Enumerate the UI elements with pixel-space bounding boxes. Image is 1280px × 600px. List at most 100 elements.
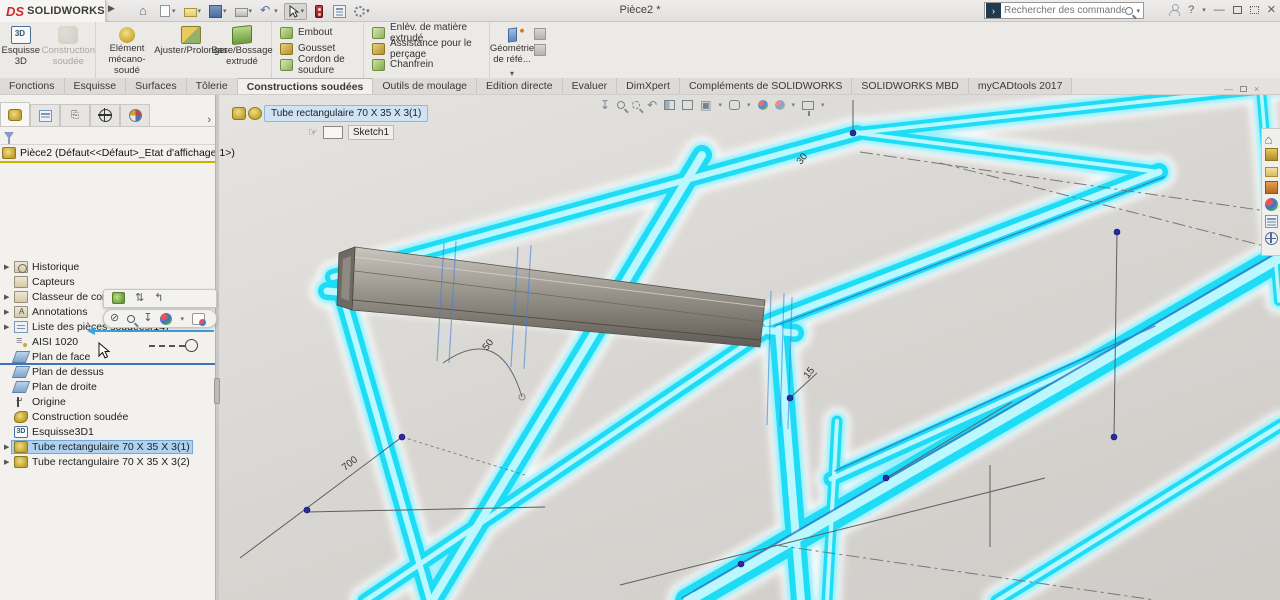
tree-item-historique[interactable]: ▶Historique [0,259,215,274]
feature-icon[interactable] [248,107,262,120]
chevron-down-icon[interactable]: ▾ [792,101,796,109]
interference-check-button[interactable] [311,4,327,19]
view-settings-icon[interactable] [802,101,814,110]
chevron-down-icon[interactable]: ▾ [198,7,202,15]
tab-evaluer[interactable]: Evaluer [563,78,618,94]
help-button[interactable]: ? [1188,4,1194,16]
hole-wizard-button[interactable]: Assistance pour le perçage [372,42,483,55]
splitter-handle[interactable] [214,378,220,404]
chevron-down-icon[interactable]: ▾ [1202,6,1206,14]
tab-dimxpert[interactable]: DimXpert [617,78,680,94]
user-account-icon[interactable] [1169,4,1180,15]
graphics-viewport[interactable]: 50 700 30 15 [215,95,1280,600]
tree-item-plan-dessus[interactable]: Plan de dessus [0,364,215,379]
view-palette-icon[interactable] [1265,181,1278,194]
chevron-down-icon[interactable]: ▾ [718,101,722,109]
design-library-icon[interactable] [1265,148,1278,161]
tab-complements[interactable]: Compléments de SOLIDWORKS [680,78,852,94]
expand-arrow-icon[interactable]: ▶ [4,458,12,466]
print-button[interactable]: ▾ [233,5,255,18]
configurationmanager-tab[interactable]: ⎘ [60,104,90,126]
chevron-down-icon[interactable]: ▾ [223,7,227,15]
file-properties-button[interactable] [331,4,348,19]
zoom-fit-icon[interactable] [617,101,625,109]
close-button[interactable]: ✕ [1267,3,1276,16]
weld-bead-button[interactable]: Cordon de soudure [280,58,357,71]
tree-item-tube-1[interactable]: ▶ Tube rectangulaire 70 X 35 X 3(1) [0,439,215,454]
tab-edition-directe[interactable]: Edition directe [477,78,563,94]
sketch-3d-button[interactable]: Esquisse 3D [0,22,42,68]
cascade-windows-button[interactable] [1250,6,1259,14]
minimize-button[interactable]: — [1214,4,1225,16]
tab-solidworks-mbd[interactable]: SOLIDWORKS MBD [852,78,968,94]
rollback-icon[interactable]: ↰ [154,292,163,305]
chevron-down-icon[interactable]: ▾ [180,315,184,323]
featuremanager-tab[interactable] [0,102,30,126]
displaymanager-tab[interactable] [120,104,150,126]
display-style-icon[interactable]: ▣ [700,99,711,111]
dim-50[interactable]: 50 [481,337,497,353]
copy-appearance-icon[interactable] [192,313,205,325]
chamfer-button[interactable]: Chanfrein [372,58,483,71]
breadcrumb-feature-label[interactable]: Tube rectangulaire 70 X 35 X 3(1) [264,105,428,122]
curves-icon[interactable] [534,28,546,40]
tree-item-capteurs[interactable]: Capteurs [0,274,215,289]
expand-arrow-icon[interactable]: ▶ [4,443,12,451]
chevron-down-icon[interactable]: ▾ [366,7,370,15]
search-input[interactable] [1004,5,1125,16]
tab-esquisse[interactable]: Esquisse [65,78,127,94]
options-button[interactable]: ▾ [352,4,372,18]
custom-properties-icon[interactable] [1265,215,1278,228]
menu-expand-icon[interactable]: ▶ [108,3,115,14]
end-cap-button[interactable]: Embout [280,26,357,39]
doc-minimize-icon[interactable]: — [1224,84,1233,94]
expand-arrow-icon[interactable]: ▶ [4,293,12,301]
forum-icon[interactable] [1265,232,1278,245]
resources-home-icon[interactable] [1265,131,1278,144]
chevron-down-icon[interactable]: ▾ [821,101,825,109]
chevron-down-icon[interactable]: ▾ [172,7,176,15]
tree-filter-bar[interactable] [0,127,215,145]
tab-constructions-soudees[interactable]: Constructions soudées [238,78,374,94]
tree-item-tube-2[interactable]: ▶Tube rectangulaire 70 X 35 X 3(2) [0,454,215,469]
search-icon[interactable] [1125,7,1133,15]
magnified-selection-icon[interactable] [127,315,135,323]
doc-restore-icon[interactable] [1240,86,1247,92]
hide-show-items-icon[interactable] [729,100,740,110]
apply-scene-icon[interactable] [775,100,785,110]
appearances-icon[interactable] [1265,198,1278,211]
previous-view-icon[interactable]: ↶ [647,99,657,111]
dimxpertmanager-tab[interactable] [90,104,120,126]
normal-to-icon[interactable]: ↧ [600,99,610,111]
tab-surfaces[interactable]: Surfaces [126,78,186,94]
reference-geometry-button[interactable]: Géométrie de réfé... ▾ [490,22,534,78]
instant3d-icon[interactable] [534,44,546,56]
chevron-down-icon[interactable]: ▾ [274,7,278,15]
new-document-button[interactable]: ▾ [157,4,178,18]
chevron-down-icon[interactable]: ▾ [301,7,305,15]
edit-appearance-icon[interactable] [758,100,768,110]
chevron-down-icon[interactable]: ▾ [1136,7,1140,15]
tab-fonctions[interactable]: Fonctions [0,78,65,94]
normal-to-icon[interactable]: ↧ [143,312,152,325]
chevron-down-icon[interactable]: ▾ [249,7,253,15]
home-button[interactable] [136,4,153,19]
expand-arrow-icon[interactable]: ▶ [4,323,12,331]
tree-item-construction-soudee[interactable]: Construction soudée [0,409,215,424]
section-view-icon[interactable] [664,100,675,110]
tab-mycadtools[interactable]: myCADtools 2017 [969,78,1073,94]
extruded-boss-button[interactable]: Base/Bossage extrudé [212,22,272,68]
structural-member-button[interactable]: Elément mécano-soudé [96,22,158,77]
sketch-chip-icon[interactable] [323,126,343,139]
undo-button[interactable]: ▾ [258,4,280,19]
file-explorer-icon[interactable] [1265,167,1278,177]
save-button[interactable]: ▾ [207,4,229,19]
select-tool-button[interactable]: ▾ [284,3,308,20]
tree-item-origine[interactable]: Origine [0,394,215,409]
tree-item-plan-droite[interactable]: Plan de droite [0,379,215,394]
expand-arrow-icon[interactable]: ▶ [4,308,12,316]
dim-15[interactable]: 15 [802,365,818,381]
part-icon[interactable] [232,107,246,120]
tab-tolerie[interactable]: Tôlerie [187,78,238,94]
view-orientation-icon[interactable] [682,100,693,110]
